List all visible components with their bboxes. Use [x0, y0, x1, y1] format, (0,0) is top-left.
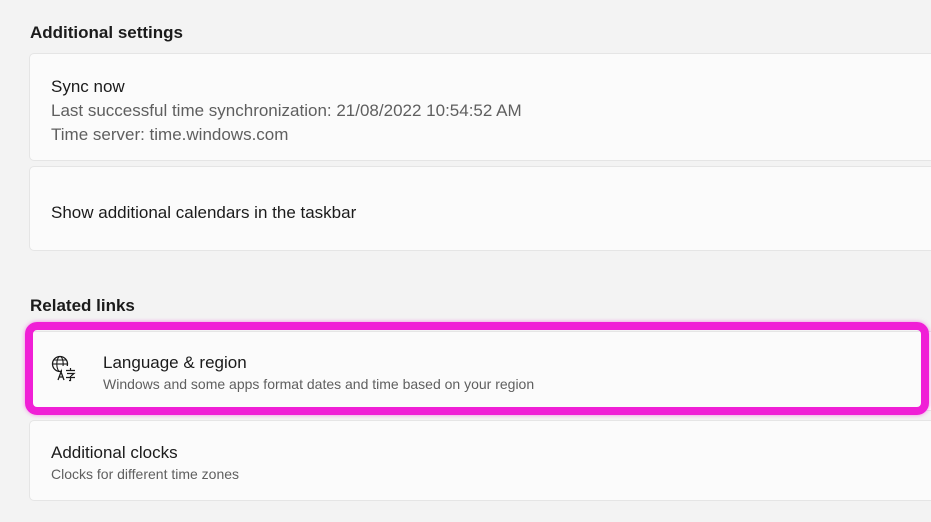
language-icon: [51, 355, 76, 382]
sync-now-card[interactable]: Sync now Last successful time synchroniz…: [29, 53, 931, 161]
additional-clocks-link[interactable]: Additional clocks Clocks for different t…: [29, 420, 931, 501]
last-sync-text: Last successful time synchronization: 21…: [51, 101, 522, 120]
language-region-description: Windows and some apps format dates and t…: [103, 376, 535, 392]
language-region-label: Language & region: [103, 353, 247, 372]
time-server-text: Time server: time.windows.com: [51, 125, 289, 144]
related-links-heading: Related links: [30, 296, 135, 315]
sync-now-label: Sync now: [51, 77, 125, 96]
additional-settings-heading: Additional settings: [30, 23, 183, 42]
language-region-link[interactable]: Language & region Windows and some apps …: [29, 331, 931, 411]
additional-clocks-label: Additional clocks: [51, 443, 178, 462]
additional-calendars-card[interactable]: Show additional calendars in the taskbar: [29, 166, 931, 251]
additional-clocks-description: Clocks for different time zones: [51, 466, 240, 482]
additional-calendars-label: Show additional calendars in the taskbar: [51, 203, 357, 222]
